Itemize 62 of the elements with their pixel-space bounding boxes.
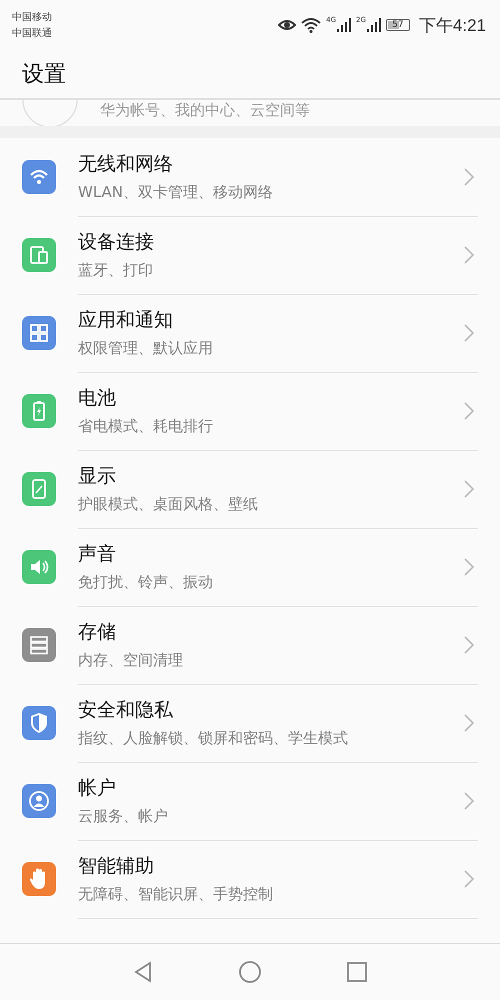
signal-icon [337,18,352,32]
account-subtitle: 华为帐号、我的中心、云空间等 [100,100,310,120]
item-title: 应用和通知 [78,308,174,333]
carrier-name: 中国联通 [12,26,52,40]
settings-item[interactable]: 设备连接 蓝牙、打印 [78,216,478,294]
wifi-icon [30,170,48,184]
chevron-icon [464,480,474,498]
item-title: 存储 [78,620,117,645]
item-subtitle: 护眼模式、桌面风格、壁纸 [78,495,259,514]
item-subtitle: 内存、空间清理 [78,651,184,670]
item-subtitle: 蓝牙、打印 [78,261,154,280]
storage-icon [30,636,48,654]
person-icon [29,791,49,811]
shield-icon [31,713,47,733]
item-title: 电池 [78,386,117,411]
item-subtitle: 云服务、帐户 [78,807,169,826]
clock: 下午4:21 [418,14,486,36]
item-subtitle: 省电模式、耗电排行 [78,417,214,436]
chevron-icon [464,246,474,264]
battery-reading: 57 [392,20,404,30]
wifi-icon [301,17,322,33]
item-subtitle: 指纹、人脸解锁、锁屏和密码、学生模式 [78,729,349,748]
settings-item[interactable]: 声音 免打扰、铃声、振动 [78,528,478,606]
item-title: 安全和隐私 [78,698,174,723]
hand-icon [30,868,45,889]
settings-item[interactable]: 电池 省电模式、耗电排行 [78,372,478,450]
carrier-name: 中国移动 [12,10,52,24]
item-title: 显示 [78,464,117,489]
speaker-icon [31,560,48,574]
settings-item[interactable]: 存储 内存、空间清理 [78,606,478,684]
chevron-icon [464,402,474,420]
phone-icon [32,479,46,499]
item-title: 设备连接 [78,230,155,255]
settings-item[interactable]: 应用和通知 权限管理、默认应用 [78,294,478,372]
grid-icon [30,324,48,342]
settings-item[interactable]: 安全和隐私 指纹、人脸解锁、锁屏和密码、学生模式 [78,684,478,762]
chevron-icon [464,168,474,186]
chevron-icon [464,714,474,732]
chevron-icon [464,636,474,654]
chevron-icon [464,870,474,888]
settings-item[interactable]: 智能辅助 无障碍、智能识屏、手势控制 [78,840,478,918]
chevron-icon [464,792,474,810]
page-title: 设置 [22,61,66,89]
eye-icon [278,18,296,32]
item-subtitle: 权限管理、默认应用 [78,339,214,358]
chevron-icon [464,324,474,342]
settings-item[interactable]: 帐户 云服务、帐户 [78,762,478,840]
item-subtitle: 免打扰、铃声、振动 [78,573,214,592]
item-title: 智能辅助 [78,854,155,879]
battery-icon [33,401,45,421]
item-subtitle: 无障碍、智能识屏、手势控制 [78,885,274,904]
home-icon[interactable] [238,960,262,984]
settings-item[interactable]: 显示 护眼模式、桌面风格、壁纸 [78,450,478,528]
item-subtitle: WLAN、双卡管理、移动网络 [78,183,274,202]
item-title: 帐户 [78,776,117,801]
settings-item[interactable]: 无线和网络 WLAN、双卡管理、移动网络 [78,138,478,216]
item-title: 声音 [78,542,117,567]
recents-icon[interactable] [344,960,369,984]
signal-icon [366,18,381,32]
devices-icon [30,246,48,264]
chevron-icon [464,558,474,576]
item-title: 无线和网络 [78,152,174,177]
